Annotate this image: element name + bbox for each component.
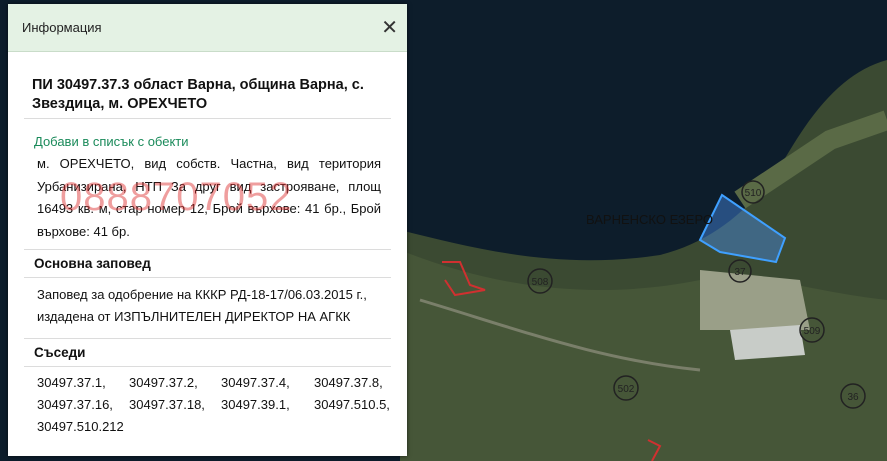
panel-title: Информация (22, 20, 102, 35)
info-panel: Информация ✕ ПИ 30497.37.3 област Варна,… (8, 4, 407, 456)
add-to-list-link[interactable]: Добави в списък с обекти (24, 119, 391, 149)
main-order-text: Заповед за одобрение на КККР РД-18-17/06… (37, 287, 367, 324)
neighbors-heading: Съседи (24, 338, 391, 367)
neighbor-item[interactable]: 30497.39.1, (221, 395, 314, 414)
neighbor-item[interactable]: 30497.37.16, (37, 395, 129, 414)
parcel-description-text: м. ОРЕХЧЕТО, вид собств. Частна, вид тер… (37, 156, 381, 239)
neighbor-item[interactable]: 30497.37.4, (221, 373, 314, 392)
panel-header: Информация ✕ (8, 4, 407, 52)
svg-text:502: 502 (618, 384, 635, 395)
svg-text:508: 508 (532, 277, 549, 288)
svg-text:36: 36 (847, 392, 859, 403)
neighbor-item[interactable]: 30497.510.5, (314, 395, 394, 414)
svg-text:509: 509 (804, 326, 821, 337)
neighbor-item[interactable]: 30497.37.1, (37, 373, 129, 392)
parcel-title: ПИ 30497.37.3 област Варна, община Варна… (24, 62, 391, 119)
main-order-heading: Основна заповед (24, 249, 391, 278)
neighbors-list: 30497.37.1, 30497.37.2, 30497.37.4, 3049… (24, 367, 391, 436)
svg-text:37: 37 (734, 267, 746, 278)
close-button[interactable]: ✕ (381, 18, 398, 38)
lake-label: ВАРНЕНСКО ЕЗЕРО (586, 212, 713, 227)
neighbor-item[interactable]: 30497.37.8, (314, 373, 394, 392)
neighbor-item[interactable]: 30497.510.212 (37, 417, 129, 436)
neighbor-item[interactable]: 30497.37.2, (129, 373, 221, 392)
svg-text:510: 510 (745, 188, 762, 199)
neighbor-item[interactable]: 30497.37.18, (129, 395, 221, 414)
parcel-description: м. ОРЕХЧЕТО, вид собств. Частна, вид тер… (24, 149, 391, 243)
